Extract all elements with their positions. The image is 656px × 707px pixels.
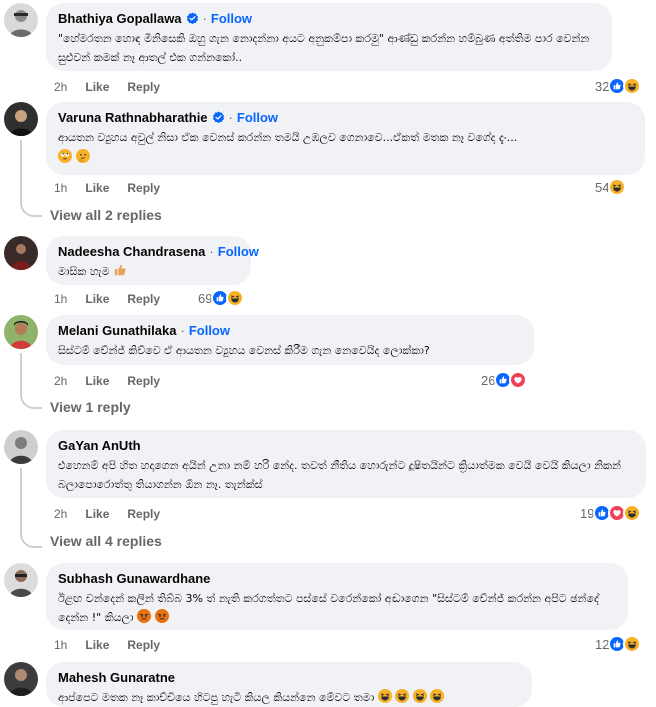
comment-timestamp[interactable]: 2h [54,80,67,94]
comment-timestamp[interactable]: 2h [54,374,67,388]
reply-button[interactable]: Reply [127,507,160,521]
author-name[interactable]: Varuna Rathnabharathie [58,109,208,126]
like-button[interactable]: Like [85,80,109,94]
reaction-count: 32 [595,78,610,94]
haha-icon [623,635,642,653]
comment-timestamp[interactable]: 1h [54,181,67,195]
thread-line [20,468,22,533]
verified-badge-icon [186,12,199,25]
view-replies-link[interactable]: View all 4 replies [50,533,162,549]
comment-bubble: Nadeesha Chandrasena · Follow මාසික හැම [46,236,259,285]
author-name[interactable]: Mahesh Gunaratne [58,669,175,686]
reaction-count: 19 [580,505,595,521]
reply-button[interactable]: Reply [127,374,160,388]
comment-text: සිස්ටම් චේන්ජ් කිව්වෙ ඒ ආයතන ව්‍යුහය වෙන… [58,344,430,357]
laughing-emoji-icon [430,689,444,703]
thread-connector [20,528,42,548]
comment-text: "හේමරතන හොඳ මිනිසෙකි ඔහු ගැන නොදන්නා අයට… [58,32,590,64]
separator-dot: · [228,110,233,125]
comment-bubble: Subhash Gunawardhane ඊළඟ චන්දෙන් කලින් ත… [46,563,628,630]
avatar[interactable] [4,102,38,136]
comment-text: ආප්පෙට මතක නෑ කාච්චියෙ හිටපු හැටි කියල ක… [58,688,520,707]
thinking-emoji-icon [76,149,91,163]
comment-timestamp[interactable]: 1h [54,638,67,652]
verified-badge-icon [212,111,225,124]
avatar[interactable] [4,3,38,37]
comment-bubble: Bhathiya Gopallawa · Follow "හේමරතන හොඳ … [46,3,612,71]
haha-icon [226,289,245,307]
reaction-summary[interactable]: 32 [595,77,642,95]
like-button[interactable]: Like [85,374,109,388]
comment-text-body: ආප්පෙට මතක නෑ කාච්චියෙ හිටපු හැටි කියල ක… [58,691,375,704]
reply-button[interactable]: Reply [127,292,160,306]
thread-line [20,353,22,394]
follow-button[interactable]: Follow [189,322,230,339]
view-replies-link[interactable]: View 1 reply [50,399,131,415]
reaction-summary[interactable]: 69 [198,289,245,307]
reaction-summary[interactable]: 12 [595,635,642,653]
haha-icon [608,178,627,196]
follow-button[interactable]: Follow [237,109,278,126]
comment-text-body: මාසික හැම [58,265,110,278]
follow-button[interactable]: Follow [218,243,259,260]
reply-button[interactable]: Reply [127,181,160,195]
like-button[interactable]: Like [85,507,109,521]
angry-emoji-icon [137,609,151,623]
author-name[interactable]: Bhathiya Gopallawa [58,10,182,27]
laughing-emoji-icon [378,689,392,703]
comment-bubble: Mahesh Gunaratne ආප්පෙට මතක නෑ කාච්චියෙ … [46,662,532,707]
like-button[interactable]: Like [85,181,109,195]
author-name[interactable]: GaYan AnUth [58,437,141,454]
comment-timestamp[interactable]: 2h [54,507,67,521]
like-button[interactable]: Like [85,638,109,652]
separator-dot: · [180,323,185,338]
separator-dot: · [209,244,214,259]
rolling-eyes-emoji-icon [58,149,72,163]
reaction-summary[interactable]: 26 [481,371,528,389]
comment-timestamp[interactable]: 1h [54,292,67,306]
separator-dot: · [202,11,207,26]
author-name[interactable]: Melani Gunathilaka [58,322,176,339]
thread-connector [20,389,42,409]
love-icon [509,371,528,389]
reaction-count: 12 [595,636,610,652]
author-name[interactable]: Subhash Gunawardhane [58,570,210,587]
reply-button[interactable]: Reply [127,638,160,652]
avatar[interactable] [4,430,38,464]
reply-button[interactable]: Reply [127,80,160,94]
haha-icon [623,77,642,95]
avatar[interactable] [4,315,38,349]
comment-text: මාසික හැම [58,262,239,281]
avatar[interactable] [4,662,38,696]
reaction-count: 69 [198,290,213,306]
comment-bubble: Melani Gunathilaka · Follow සිස්ටම් චේන්… [46,315,534,365]
reaction-summary[interactable]: 19 [580,504,642,522]
comment-text: ආයතන ව්‍යුහය අවුල් නිසා ඒක වෙනස් කරන්න ත… [58,131,518,144]
avatar[interactable] [4,563,38,597]
angry-emoji-icon [155,609,169,623]
follow-button[interactable]: Follow [211,10,252,27]
reaction-count: 26 [481,372,496,388]
thread-connector [20,197,42,217]
author-name[interactable]: Nadeesha Chandrasena [58,243,205,260]
view-replies-link[interactable]: View all 2 replies [50,207,162,223]
comment-text: ඊළඟ චන්දෙන් කලින් තිබ්බ 3% ත් නැති කරගත්… [58,589,616,627]
laughing-emoji-icon [413,689,427,703]
comment-bubble: GaYan AnUth එහෙනම් අපි හිත හදාගෙන අයින් … [46,430,646,498]
like-button[interactable]: Like [85,292,109,306]
comment-text: එහෙනම් අපි හිත හදාගෙන අයින් උනා නම් හරි … [58,459,621,491]
comment-emojis [58,148,633,166]
avatar[interactable] [4,236,38,270]
reaction-count: 54 [595,179,610,195]
reaction-summary[interactable]: 54 [595,178,627,196]
comment-bubble: Varuna Rathnabharathie · Follow ආයතන ව්‍… [46,102,645,175]
thread-line [20,140,22,202]
laughing-emoji-icon [395,689,409,703]
thumbs-up-emoji-icon [114,264,126,276]
haha-icon [623,504,642,522]
